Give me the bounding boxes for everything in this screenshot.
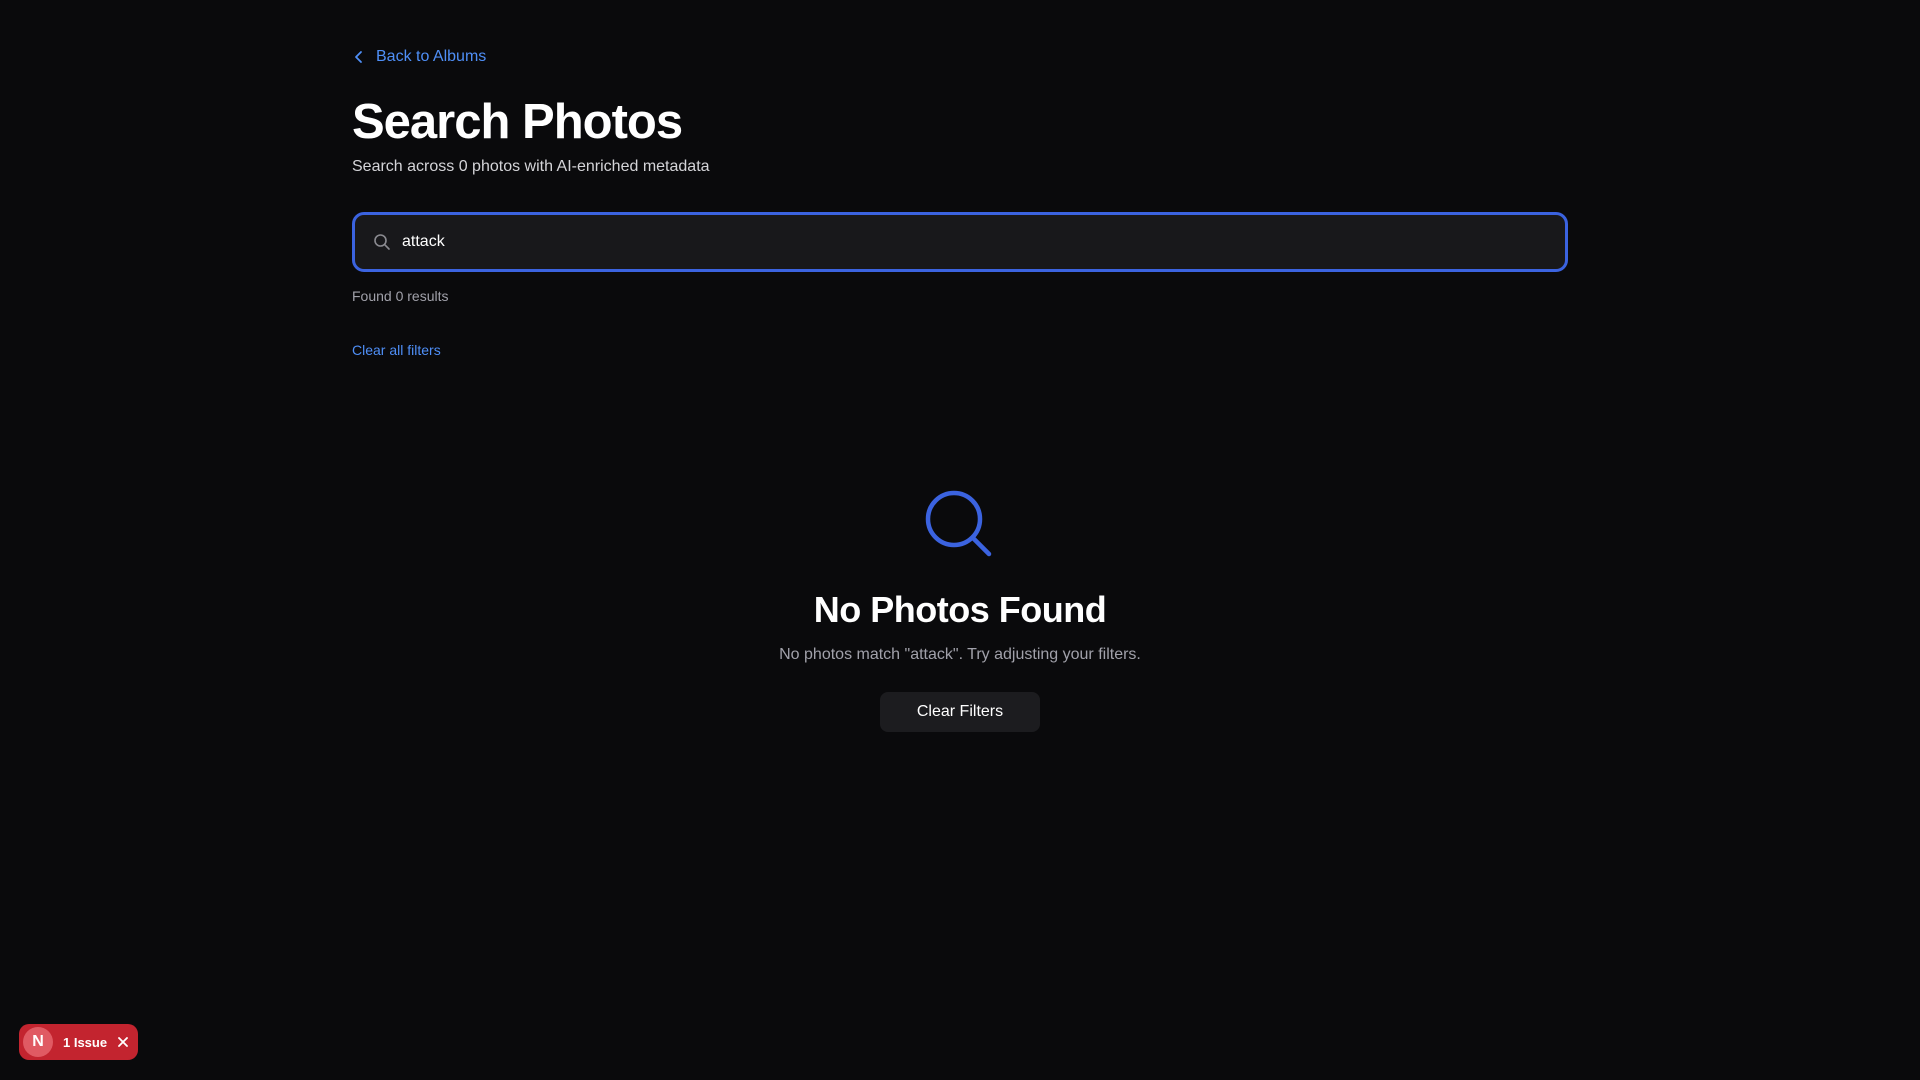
issue-avatar: N xyxy=(23,1027,53,1057)
empty-state: No Photos Found No photos match "attack"… xyxy=(352,490,1568,732)
page-subtitle: Search across 0 photos with AI-enriched … xyxy=(352,158,710,175)
page: Back to Albums Search Photos Search acro… xyxy=(0,0,1920,1080)
empty-state-title: No Photos Found xyxy=(813,589,1107,630)
search-icon xyxy=(372,232,392,252)
clear-all-filters-link[interactable]: Clear all filters xyxy=(352,342,441,358)
search-box[interactable] xyxy=(352,212,1568,272)
results-count: Found 0 results xyxy=(352,288,449,304)
back-to-albums-link[interactable]: Back to Albums xyxy=(352,48,486,66)
empty-state-description: No photos match "attack". Try adjusting … xyxy=(779,646,1141,663)
issue-count-label: 1 Issue xyxy=(63,1034,108,1050)
search-input[interactable] xyxy=(402,215,1565,269)
back-link-label: Back to Albums xyxy=(376,48,487,65)
search-icon xyxy=(925,490,992,557)
clear-filters-button[interactable]: Clear Filters xyxy=(880,692,1040,732)
page-title: Search Photos xyxy=(352,95,683,149)
chevron-left-icon xyxy=(355,51,362,63)
close-icon[interactable] xyxy=(117,1036,129,1048)
issue-badge[interactable]: N 1 Issue xyxy=(19,1024,138,1060)
